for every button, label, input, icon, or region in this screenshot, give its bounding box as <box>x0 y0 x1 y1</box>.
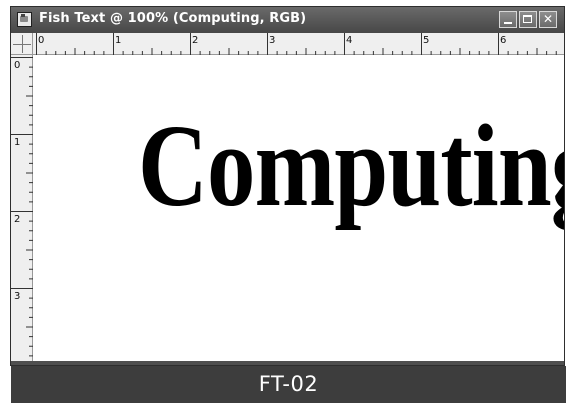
horizontal-ruler-label: 4 <box>346 35 352 46</box>
vertical-ruler-label: 3 <box>14 291 20 302</box>
minimize-icon <box>504 22 512 24</box>
vertical-ruler-label: 2 <box>14 214 20 225</box>
vertical-ruler-label: 0 <box>14 60 20 71</box>
vertical-ruler-label: 1 <box>14 137 20 148</box>
canvas-text[interactable]: Computing <box>138 107 564 225</box>
caption-label: FT-02 <box>258 372 319 396</box>
maximize-icon <box>523 15 532 23</box>
horizontal-ruler-ticks: 0 1 2 3 4 5 6 <box>36 33 557 55</box>
horizontal-ruler-label: 1 <box>115 35 121 46</box>
document-canvas[interactable]: Computing <box>33 55 564 361</box>
minimize-button[interactable] <box>499 11 517 28</box>
maximize-button[interactable] <box>519 11 537 28</box>
horizontal-ruler-label: 3 <box>269 35 275 46</box>
vertical-ruler[interactable]: 0 1 2 3 <box>11 55 33 361</box>
horizontal-ruler-label: 6 <box>500 35 506 46</box>
horizontal-ruler[interactable]: 0 1 2 3 4 5 6 <box>33 33 564 55</box>
horizontal-ruler-label: 5 <box>423 35 429 46</box>
caption-bar: FT-02 <box>11 366 566 403</box>
title-bar[interactable]: Fish Text @ 100% (Computing, RGB) ✕ <box>11 7 564 33</box>
window-title: Fish Text @ 100% (Computing, RGB) <box>39 11 307 26</box>
image-document-icon[interactable] <box>17 12 32 27</box>
document-window: Fish Text @ 100% (Computing, RGB) ✕ 0 1 2 3… <box>10 6 565 366</box>
horizontal-ruler-label: 0 <box>38 35 44 46</box>
vertical-ruler-ticks: 0 1 2 3 <box>11 57 33 357</box>
close-icon: ✕ <box>542 12 554 26</box>
close-button[interactable]: ✕ <box>539 11 557 28</box>
ruler-origin[interactable] <box>11 33 33 55</box>
horizontal-ruler-label: 2 <box>192 35 198 46</box>
